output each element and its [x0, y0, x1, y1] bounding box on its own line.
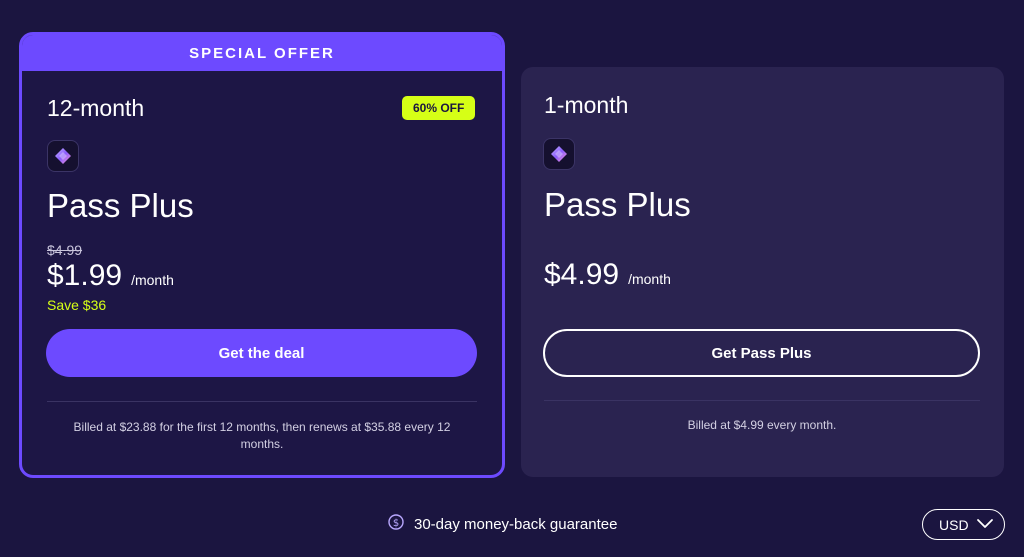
chevron-down-icon [976, 517, 994, 533]
savings-text: Save $36 [47, 297, 107, 313]
plan-card-1-month: 1-month Pass Plus $4.99 /month Get Pass … [521, 67, 1004, 477]
price-row: $1.99 /month [47, 259, 174, 293]
pass-logo-icon [543, 138, 575, 170]
billing-terms: Billed at $23.88 for the first 12 months… [73, 420, 451, 451]
plan-name: Pass Plus [47, 187, 194, 224]
price-period: /month [131, 272, 174, 288]
plan-period: 12-month [47, 95, 145, 121]
dollar-circle-icon: $ [388, 514, 404, 534]
plan-card-12-month: SPECIAL OFFER 12-month 60% OFF Pass Plus… [19, 32, 505, 478]
divider [544, 400, 980, 401]
current-price: $1.99 [47, 259, 123, 292]
plan-period: 1-month [544, 92, 629, 118]
guarantee-text: 30-day money-back guarantee [414, 515, 618, 533]
original-price: $4.99 [47, 242, 83, 258]
money-back-guarantee: $ 30-day money-back guarantee [388, 514, 617, 534]
svg-text:$: $ [393, 518, 399, 529]
current-price: $4.99 [544, 258, 620, 291]
pass-logo-icon [47, 140, 79, 172]
currency-value: USD [939, 516, 969, 533]
plan-name: Pass Plus [544, 186, 691, 223]
billing-terms: Billed at $4.99 every month. [687, 418, 837, 432]
divider [47, 401, 477, 402]
currency-select[interactable]: USD [922, 509, 1005, 540]
price-row: $4.99 /month [544, 258, 671, 292]
discount-badge: 60% OFF [402, 96, 476, 120]
get-pass-plus-button[interactable]: Get Pass Plus [543, 329, 980, 377]
special-offer-banner: SPECIAL OFFER [22, 35, 502, 71]
pricing-page: SPECIAL OFFER 12-month 60% OFF Pass Plus… [0, 0, 1024, 557]
get-the-deal-button[interactable]: Get the deal [46, 329, 477, 377]
price-period: /month [628, 271, 671, 287]
